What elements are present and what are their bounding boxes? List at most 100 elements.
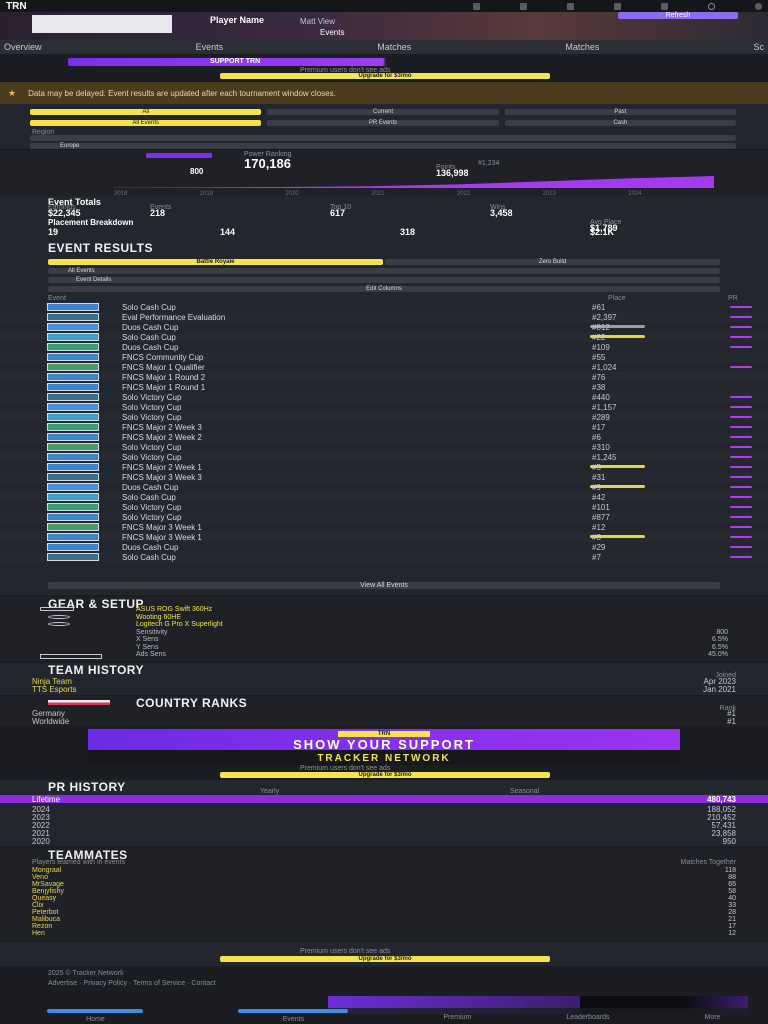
event-row[interactable]: Duos Cash Cup #812 [0, 322, 768, 332]
gear-value: 6.5% [712, 643, 728, 651]
mode-cash[interactable]: Cash [504, 119, 736, 126]
home-icon[interactable] [473, 2, 480, 10]
season-all[interactable]: All [30, 108, 262, 115]
season-current[interactable]: Current [267, 108, 499, 115]
tab-overview[interactable]: Overview [4, 42, 42, 52]
event-thumbnail [47, 313, 99, 321]
teammate-name[interactable]: Queasy [32, 895, 56, 902]
teammate-name[interactable]: Mongraal [32, 867, 61, 874]
teammate-name[interactable]: Benjyfishy [32, 888, 64, 895]
teammate-name[interactable]: Malibuca [32, 916, 60, 923]
edit-columns-button[interactable]: Edit Columns [48, 286, 720, 292]
event-row[interactable]: Solo Victory Cup #310 [0, 442, 768, 452]
events-chip[interactable]: Events [320, 28, 344, 37]
ad-image[interactable] [68, 58, 698, 66]
event-row[interactable]: FNCS Major 1 Qualifier #1,024 [0, 362, 768, 372]
event-row[interactable]: Solo Victory Cup #289 [0, 412, 768, 422]
event-place: #101 [592, 503, 610, 512]
event-thumbnail [47, 303, 99, 311]
team-name[interactable]: TTS Esports [32, 685, 76, 694]
chart-icon[interactable] [614, 2, 621, 10]
logo[interactable]: TRN [6, 1, 27, 12]
teammate-name[interactable]: Rezon [32, 923, 52, 930]
mode-pr-events[interactable]: PR Events [267, 119, 499, 126]
tab-battle-royale[interactable]: Battle Royale [48, 259, 383, 265]
region-select-2[interactable]: Europe [30, 143, 736, 149]
gear-value: 45.0% [708, 651, 728, 658]
event-row[interactable]: Solo Victory Cup #877 [0, 512, 768, 522]
event-row[interactable]: Solo Cash Cup #42 [0, 492, 768, 502]
event-row[interactable]: Solo Cash Cup #22 [0, 332, 768, 342]
toggle-yearly[interactable]: Yearly [260, 788, 279, 795]
event-row[interactable]: FNCS Major 2 Week 2 #6 [0, 432, 768, 442]
bottom-nav-premium[interactable]: Premium [443, 1011, 471, 1021]
tab-zero-build[interactable]: Zero Build [385, 259, 720, 265]
event-row[interactable]: FNCS Major 3 Week 3 #31 [0, 472, 768, 482]
event-row[interactable]: FNCS Major 2 Week 1 #5 [0, 462, 768, 472]
copyright: 2025 © Tracker Network [48, 970, 124, 977]
event-row[interactable]: Eval Performance Evaluation #2,397 [0, 312, 768, 322]
ad-footer-upgrade-button[interactable]: Upgrade for $3/mo [220, 956, 550, 962]
event-details-toggle[interactable]: Event Details [48, 277, 720, 283]
event-row[interactable]: Solo Victory Cup #1,157 [0, 402, 768, 412]
view-all-events-button[interactable]: View All Events [48, 582, 720, 589]
event-results: EVENT RESULTS Battle Royale Zero Build A… [0, 240, 768, 595]
event-row[interactable]: Solo Victory Cup #1,245 [0, 452, 768, 462]
col-pr[interactable]: PR [728, 295, 758, 302]
event-thumbnail [47, 493, 99, 501]
pr-indicator [730, 306, 752, 308]
teammate-matches: 17 [728, 923, 736, 930]
bottom-nav-leaderboards[interactable]: Leaderboards [566, 1011, 609, 1021]
tab-matches[interactable]: Matches [377, 42, 411, 52]
col-event[interactable]: Event [48, 295, 608, 302]
toggle-seasonal[interactable]: Seasonal [510, 788, 539, 795]
event-row[interactable]: FNCS Community Cup #55 [0, 352, 768, 362]
footer-links[interactable]: Advertise · Privacy Policy · Terms of Se… [48, 980, 216, 987]
event-place: #61 [592, 303, 606, 312]
total-stat-value: $22,345 [48, 208, 81, 218]
ad-2-image[interactable]: TRN SHOW YOUR SUPPORT TRACKER NETWORK [88, 729, 680, 765]
event-row[interactable]: FNCS Major 1 Round 2 #76 [0, 372, 768, 382]
tab-more[interactable]: Sc [753, 42, 764, 52]
upgrade-button[interactable]: Upgrade for $3/mo [220, 73, 550, 79]
search-icon[interactable] [708, 2, 715, 10]
event-name: Duos Cash Cup [122, 483, 179, 492]
event-row[interactable]: Solo Victory Cup #440 [0, 392, 768, 402]
teammate-matches: 40 [728, 895, 736, 902]
team-history: TEAM HISTORY Joined Ninja Team Apr 2023 TT… [0, 663, 768, 695]
bottom-nav-more[interactable]: More [705, 1011, 721, 1021]
teammates: TEAMMATES Players teamed with in events … [0, 848, 768, 940]
lifetime-row[interactable]: Lifetime 480,743 [0, 795, 768, 804]
ad-2-upgrade-button[interactable]: Upgrade for $3/mo [220, 772, 550, 778]
teammate-name[interactable]: Peterbot [32, 909, 58, 916]
teammate-name[interactable]: Hen [32, 930, 45, 937]
teammate-name[interactable]: MrSavage [32, 881, 64, 888]
event-row[interactable]: FNCS Major 3 Week 1 #3 [0, 532, 768, 542]
user-icon[interactable] [755, 2, 762, 10]
bottom-nav-home[interactable]: Home [47, 1009, 144, 1023]
profile-sub: Matt View [300, 17, 335, 26]
trophy-icon[interactable] [520, 2, 527, 10]
tab-matches-2[interactable]: Matches [565, 42, 599, 52]
event-row[interactable]: Duos Cash Cup #29 [0, 542, 768, 552]
refresh-button[interactable]: Refresh [618, 12, 738, 19]
mode-all-events[interactable]: All Events [30, 119, 262, 126]
news-icon[interactable] [661, 2, 668, 10]
event-row[interactable]: FNCS Major 1 Round 1 #38 [0, 382, 768, 392]
event-row[interactable]: Duos Cash Cup #109 [0, 342, 768, 352]
event-filter-select[interactable]: All Events [48, 268, 720, 274]
tab-events[interactable]: Events [196, 42, 224, 52]
event-row[interactable]: Solo Cash Cup #61 [0, 302, 768, 312]
region-select[interactable] [30, 135, 736, 141]
teammate-name[interactable]: Clix [32, 902, 44, 909]
season-past[interactable]: Past [504, 108, 736, 115]
event-row[interactable]: FNCS Major 2 Week 3 #17 [0, 422, 768, 432]
leaderboard-icon[interactable] [567, 2, 574, 10]
col-place[interactable]: Place [608, 295, 728, 302]
event-row[interactable]: Solo Victory Cup #101 [0, 502, 768, 512]
event-row[interactable]: Solo Cash Cup #7 [0, 552, 768, 562]
bottom-nav-events[interactable]: Events [238, 1009, 349, 1023]
event-row[interactable]: FNCS Major 3 Week 1 #12 [0, 522, 768, 532]
event-row[interactable]: Duos Cash Cup #9 [0, 482, 768, 492]
teammate-name[interactable]: Veno [32, 874, 48, 881]
